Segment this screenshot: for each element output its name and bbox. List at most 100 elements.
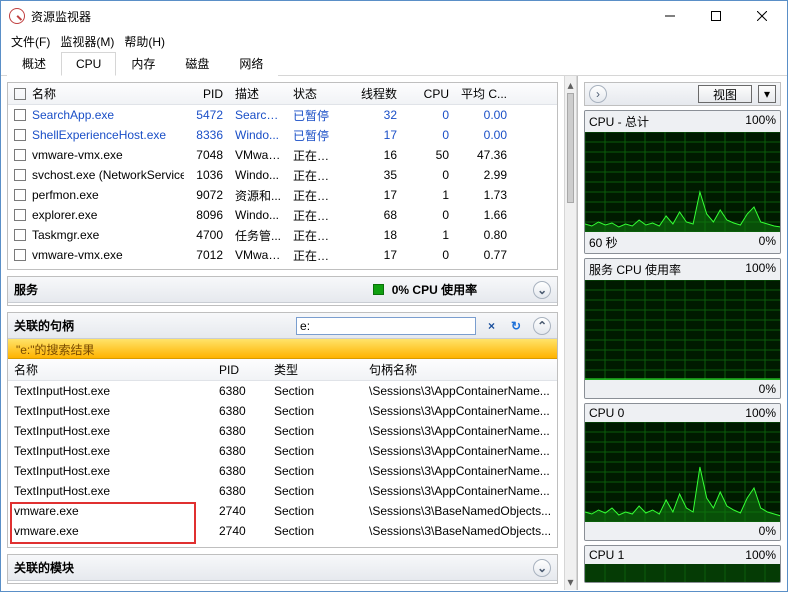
tab-memory[interactable]: 内存 xyxy=(116,50,170,76)
handle-row[interactable]: TextInputHost.exe6380Section\Sessions\3\… xyxy=(8,421,557,441)
handle-type: Section xyxy=(268,504,363,518)
menu-help[interactable]: 帮助(H) xyxy=(120,31,169,52)
handle-row[interactable]: TextInputHost.exe6380Section\Sessions\3\… xyxy=(8,401,557,421)
process-status: 正在运行 xyxy=(287,247,345,264)
process-cpu: 1 xyxy=(403,188,455,202)
chart-rvalue: 100% xyxy=(745,261,776,278)
services-expand-button[interactable]: ⌄ xyxy=(533,281,551,299)
col-status[interactable]: 状态 xyxy=(287,85,345,102)
handles-search-input[interactable] xyxy=(296,317,476,335)
hcol-pid[interactable]: PID xyxy=(213,363,268,377)
close-button[interactable] xyxy=(739,1,785,31)
row-checkbox[interactable] xyxy=(14,109,26,121)
chart-foot-right: 0% xyxy=(759,382,776,396)
minimize-button[interactable] xyxy=(647,1,693,31)
process-row[interactable]: explorer.exe8096Windo...正在运行6801.66 xyxy=(8,205,557,225)
row-checkbox[interactable] xyxy=(14,149,26,161)
chart-foot-left: 60 秒 xyxy=(589,234,618,251)
handle-row[interactable]: vmware.exe2740Section\Sessions\3\BaseNam… xyxy=(8,521,557,541)
handle-row[interactable]: TextInputHost.exe6380Section\Sessions\3\… xyxy=(8,441,557,461)
handle-pid: 2740 xyxy=(213,524,268,538)
handle-row[interactable]: TextInputHost.exe6380Section\Sessions\3\… xyxy=(8,381,557,401)
chart-block: CPU - 总计100%60 秒0% xyxy=(584,110,781,254)
col-desc[interactable]: 描述 xyxy=(229,85,287,102)
window-title: 资源监视器 xyxy=(31,8,647,25)
modules-expand-button[interactable]: ⌄ xyxy=(533,559,551,577)
process-name: svchost.exe (NetworkService) xyxy=(32,168,184,182)
process-name: vmware-vmx.exe xyxy=(32,148,123,162)
process-name: Taskmgr.exe xyxy=(32,228,99,242)
process-row[interactable]: perfmon.exe9072资源和...正在运行1711.73 xyxy=(8,185,557,205)
view-button[interactable]: 视图 xyxy=(698,85,752,103)
col-avg[interactable]: 平均 C... xyxy=(455,85,513,102)
hcol-name[interactable]: 名称 xyxy=(8,361,213,378)
process-name: SearchApp.exe xyxy=(32,108,114,122)
processes-panel: 名称 PID 描述 状态 线程数 CPU 平均 C... SearchApp.e… xyxy=(7,82,558,270)
hcol-type[interactable]: 类型 xyxy=(268,361,363,378)
scroll-up-arrow[interactable]: ▴ xyxy=(565,76,576,93)
tab-overview[interactable]: 概述 xyxy=(7,50,61,76)
row-checkbox[interactable] xyxy=(14,189,26,201)
clear-search-button[interactable]: × xyxy=(484,319,499,333)
right-toolbar: › 视图 ▾ xyxy=(584,82,781,106)
row-checkbox[interactable] xyxy=(14,229,26,241)
refresh-search-button[interactable]: ↻ xyxy=(507,319,525,333)
left-scrollbar[interactable]: ▴ ▾ xyxy=(564,76,576,590)
tab-disk[interactable]: 磁盘 xyxy=(170,50,224,76)
handles-header-row: 名称 PID 类型 句柄名称 xyxy=(8,359,557,381)
process-row[interactable]: ShellExperienceHost.exe8336Windo...已暂停17… xyxy=(8,125,557,145)
col-threads[interactable]: 线程数 xyxy=(345,85,403,102)
col-cpu[interactable]: CPU xyxy=(403,87,455,101)
process-row[interactable]: Taskmgr.exe4700任务管...正在运行1810.80 xyxy=(8,225,557,245)
scroll-thumb[interactable] xyxy=(567,93,574,203)
handle-type: Section xyxy=(268,404,363,418)
hcol-hname[interactable]: 句柄名称 xyxy=(363,361,557,378)
header-checkbox[interactable] xyxy=(14,88,26,100)
chart-canvas xyxy=(585,280,780,380)
cpu-usage-icon xyxy=(373,284,384,295)
row-checkbox[interactable] xyxy=(14,249,26,261)
process-pid: 1036 xyxy=(184,168,229,182)
row-checkbox[interactable] xyxy=(14,169,26,181)
process-desc: 资源和... xyxy=(229,187,287,204)
process-row[interactable]: svchost.exe (NetworkService)1036Windo...… xyxy=(8,165,557,185)
handle-row[interactable]: TextInputHost.exe6380Section\Sessions\3\… xyxy=(8,461,557,481)
process-status: 正在运行 xyxy=(287,227,345,244)
handle-hname: \Sessions\3\AppContainerName... xyxy=(363,404,557,418)
maximize-button[interactable] xyxy=(693,1,739,31)
process-row[interactable]: vmware-vmx.exe7012VMwar...正在运行1700.77 xyxy=(8,245,557,265)
process-cpu: 0 xyxy=(403,208,455,222)
process-threads: 16 xyxy=(345,148,403,162)
menu-monitor[interactable]: 监视器(M) xyxy=(56,31,118,52)
row-checkbox[interactable] xyxy=(14,209,26,221)
handle-hname: \Sessions\3\AppContainerName... xyxy=(363,384,557,398)
process-name: explorer.exe xyxy=(32,208,97,222)
col-name[interactable]: 名称 xyxy=(32,85,56,102)
process-row[interactable]: vmware-vmx.exe7048VMwar...正在运行165047.36 xyxy=(8,145,557,165)
search-results-bar: "e:"的搜索结果 xyxy=(8,339,557,359)
process-avg: 0.80 xyxy=(455,228,513,242)
scroll-down-arrow[interactable]: ▾ xyxy=(565,573,576,590)
tab-network[interactable]: 网络 xyxy=(224,50,278,76)
col-pid[interactable]: PID xyxy=(184,87,229,101)
collapse-right-button[interactable]: › xyxy=(589,85,607,103)
handle-type: Section xyxy=(268,424,363,438)
tab-strip: 概述 CPU 内存 磁盘 网络 xyxy=(1,51,787,76)
process-avg: 0.00 xyxy=(455,128,513,142)
chart-foot-right: 0% xyxy=(759,524,776,538)
tab-cpu[interactable]: CPU xyxy=(61,52,116,76)
handle-pid: 6380 xyxy=(213,464,268,478)
row-checkbox[interactable] xyxy=(14,129,26,141)
process-desc: Windo... xyxy=(229,168,287,182)
menu-file[interactable]: 文件(F) xyxy=(7,31,54,52)
process-desc: Search... xyxy=(229,108,287,122)
handles-collapse-button[interactable]: ⌃ xyxy=(533,317,551,335)
handle-name: TextInputHost.exe xyxy=(8,484,213,498)
process-row[interactable]: SearchApp.exe5472Search...已暂停3200.00 xyxy=(8,105,557,125)
process-status: 正在运行 xyxy=(287,167,345,184)
process-status: 正在运行 xyxy=(287,207,345,224)
handle-row[interactable]: TextInputHost.exe6380Section\Sessions\3\… xyxy=(8,481,557,501)
handle-name: TextInputHost.exe xyxy=(8,444,213,458)
view-dropdown-button[interactable]: ▾ xyxy=(758,85,776,103)
handle-row[interactable]: vmware.exe2740Section\Sessions\3\BaseNam… xyxy=(8,501,557,521)
